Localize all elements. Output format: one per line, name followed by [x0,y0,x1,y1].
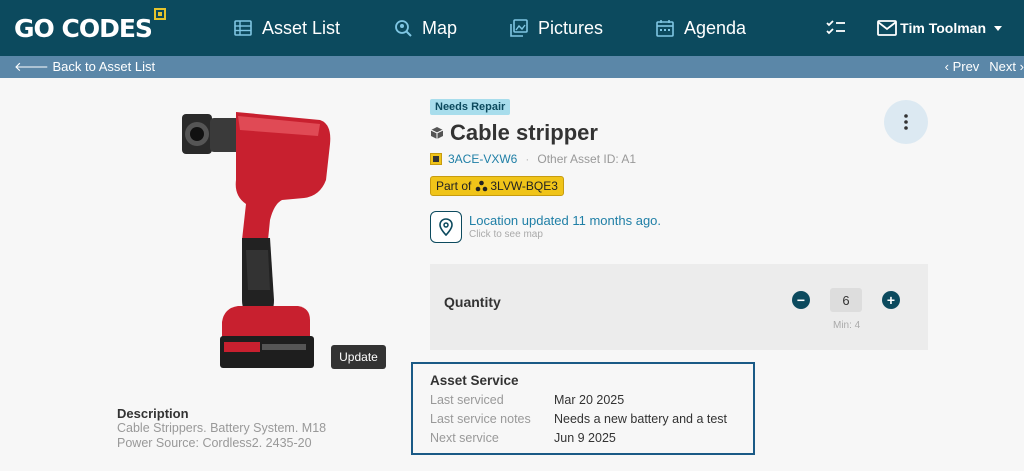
prev-label: Prev [952,59,980,74]
logo-square-icon [154,8,166,20]
user-menu[interactable]: Tim Toolman [900,0,1002,56]
asset-service-title: Asset Service [430,373,519,388]
box-icon [430,127,444,139]
nav-pictures-label: Pictures [538,17,604,38]
service-row: Last serviced Mar 20 2025 [430,391,753,410]
mail-button[interactable] [877,0,897,56]
part-of-label: Part of [436,179,472,193]
chevron-left-icon: ‹ [944,59,949,74]
next-label: Next [989,59,1017,74]
increase-quantity-button[interactable]: + [882,291,900,309]
plus-icon: + [886,292,896,308]
status-badge: Needs Repair [430,99,511,115]
asset-title-row: Cable stripper [430,120,598,146]
hierarchy-icon [476,180,488,192]
quantity-value[interactable]: 6 [830,288,862,312]
quantity-label: Quantity [444,294,501,310]
location-button[interactable] [430,211,462,243]
nav-asset-list[interactable]: Asset List [234,0,340,56]
nav-pictures[interactable]: Pictures [510,0,603,56]
user-name: Tim Toolman [900,20,986,36]
caret-down-icon [994,25,1002,31]
logo-text: GO CODES [14,13,153,43]
top-navigation-bar: GO CODES Asset List Map Pictures Agenda … [0,0,1024,56]
location-updated-link[interactable]: Location updated 11 months ago. [469,213,661,228]
quantity-panel: Quantity − 6 + Min: 4 [430,264,928,350]
service-key: Last service notes [430,412,531,426]
chevron-right-icon: › [1019,59,1024,74]
checklist-icon [826,20,845,35]
pictures-icon [510,19,528,37]
update-photo-button[interactable]: Update [331,345,386,369]
nav-asset-list-label: Asset List [262,17,341,38]
asset-name: Cable stripper [450,120,598,145]
location-hint: Click to see map [469,229,543,240]
prev-link[interactable]: ‹ Prev [945,59,980,74]
pager: ‹ Prev Next › [945,59,1024,74]
quantity-min: Min: 4 [833,320,861,331]
map-search-icon [395,20,412,37]
gocodes-logo[interactable]: GO CODES [14,8,166,48]
service-value: Mar 20 2025 [554,393,625,407]
service-row: Next service Jun 9 2025 [430,429,753,448]
list-icon [234,20,252,36]
more-options-button[interactable] [884,100,928,144]
back-label: Back to Asset List [52,59,156,74]
other-asset-id: Other Asset ID: A1 [537,152,637,166]
separator: · [525,152,530,166]
nav-map-label: Map [422,17,458,38]
part-of-badge[interactable]: Part of 3LVW-BQE3 [430,176,564,196]
kebab-menu-icon [904,114,908,130]
nav-agenda[interactable]: Agenda [656,0,746,56]
service-key: Next service [430,431,499,445]
decrease-quantity-button[interactable]: − [792,291,810,309]
part-of-code: 3LVW-BQE3 [490,179,558,193]
asset-code-link[interactable]: 3ACE-VXW6 [448,152,517,166]
qr-code-icon [430,153,442,165]
asset-id-row: 3ACE-VXW6 · Other Asset ID: A1 [430,152,636,166]
mail-icon [877,20,897,36]
back-to-asset-list-link[interactable]: 🡐 Back to Asset List [14,59,155,75]
asset-photo[interactable] [170,100,350,380]
description-title: Description [117,406,189,421]
checklist-button[interactable] [826,0,846,56]
minus-icon: − [796,292,806,308]
arrow-left-icon: 🡐 [14,59,49,74]
service-value: Jun 9 2025 [554,431,616,445]
nav-map[interactable]: Map [394,0,457,56]
next-link[interactable]: Next › [989,59,1024,74]
nav-agenda-label: Agenda [684,17,747,38]
asset-service-panel: Asset Service Last serviced Mar 20 2025 … [411,362,755,455]
service-row: Last service notes Needs a new battery a… [430,410,753,429]
service-value: Needs a new battery and a test [554,412,728,426]
map-pin-icon [439,218,453,236]
calendar-icon [656,20,674,37]
sub-navigation-bar: 🡐 Back to Asset List ‹ Prev Next › [0,56,1024,78]
description-text: Cable Strippers. Battery System. M18 Pow… [117,421,327,450]
service-key: Last serviced [430,393,504,407]
